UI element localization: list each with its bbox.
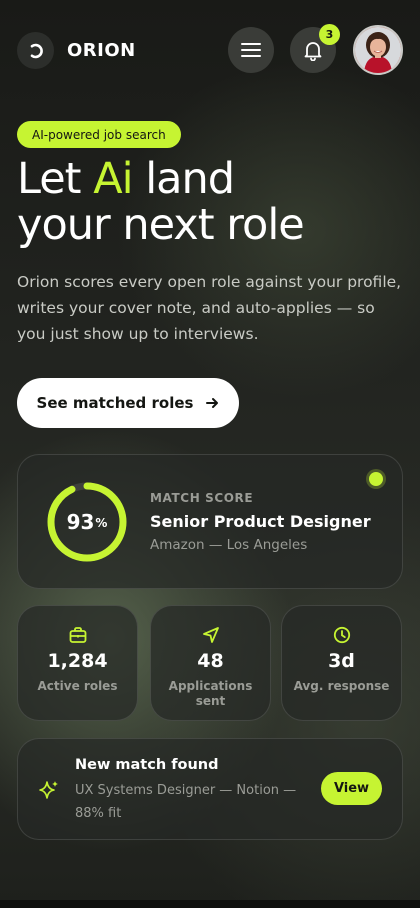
bell-icon [304,42,322,61]
arrow-right-icon [206,398,219,408]
avatar-portrait [355,27,401,73]
cta-label: See matched roles [36,394,194,412]
bottom-edge [0,900,420,908]
clock-icon [333,626,350,644]
send-icon [202,627,219,643]
user-avatar[interactable] [353,25,403,75]
sparkle-icon [39,781,58,799]
match-score-label: MATCH SCORE [150,491,254,505]
stat-label: Avg. response [293,679,390,693]
orion-logo-icon [30,43,43,58]
headline-line2: your next role [17,200,305,250]
score-unit: % [95,516,108,530]
view-button[interactable]: View [321,772,382,805]
stat-value: 1,284 [47,650,108,672]
match-job-title: Senior Product Designer [150,512,371,531]
match-score-value: 93% [46,481,128,563]
score-number: 93 [66,510,95,534]
stat-label: Applications sent [168,679,253,708]
see-matched-roles-button[interactable]: See matched roles [17,378,239,428]
stat-card-applications-sent[interactable]: 48 Applications sent [150,605,271,721]
hero-subtitle: Orion scores every open role against you… [17,273,402,343]
ai-pill-badge: AI-powered job search [17,121,181,148]
stat-card-active-roles[interactable]: 1,284 Active roles [17,605,138,721]
stat-card-avg-response[interactable]: 3d Avg. response [281,605,402,721]
headline-accent: Ai [93,154,133,204]
stat-label: Active roles [37,679,118,693]
stat-value: 48 [197,650,224,672]
live-status-dot [369,472,383,486]
new-match-title: New match found [75,757,219,773]
briefcase-icon [69,627,86,643]
notification-badge: 3 [319,24,340,45]
hero-headline: Let Ai land your next role [17,154,305,250]
headline-part1: Let [17,154,94,204]
brand-name: ORION [67,40,136,61]
menu-icon [241,43,261,57]
stat-value: 3d [328,650,355,672]
menu-button[interactable] [228,27,274,73]
headline-part2: land [132,154,235,204]
new-match-subtitle: UX Systems Designer — Notion — 88% fit [75,783,297,821]
brand-logo[interactable] [17,32,54,69]
match-company-location: Amazon — Los Angeles [150,537,308,553]
